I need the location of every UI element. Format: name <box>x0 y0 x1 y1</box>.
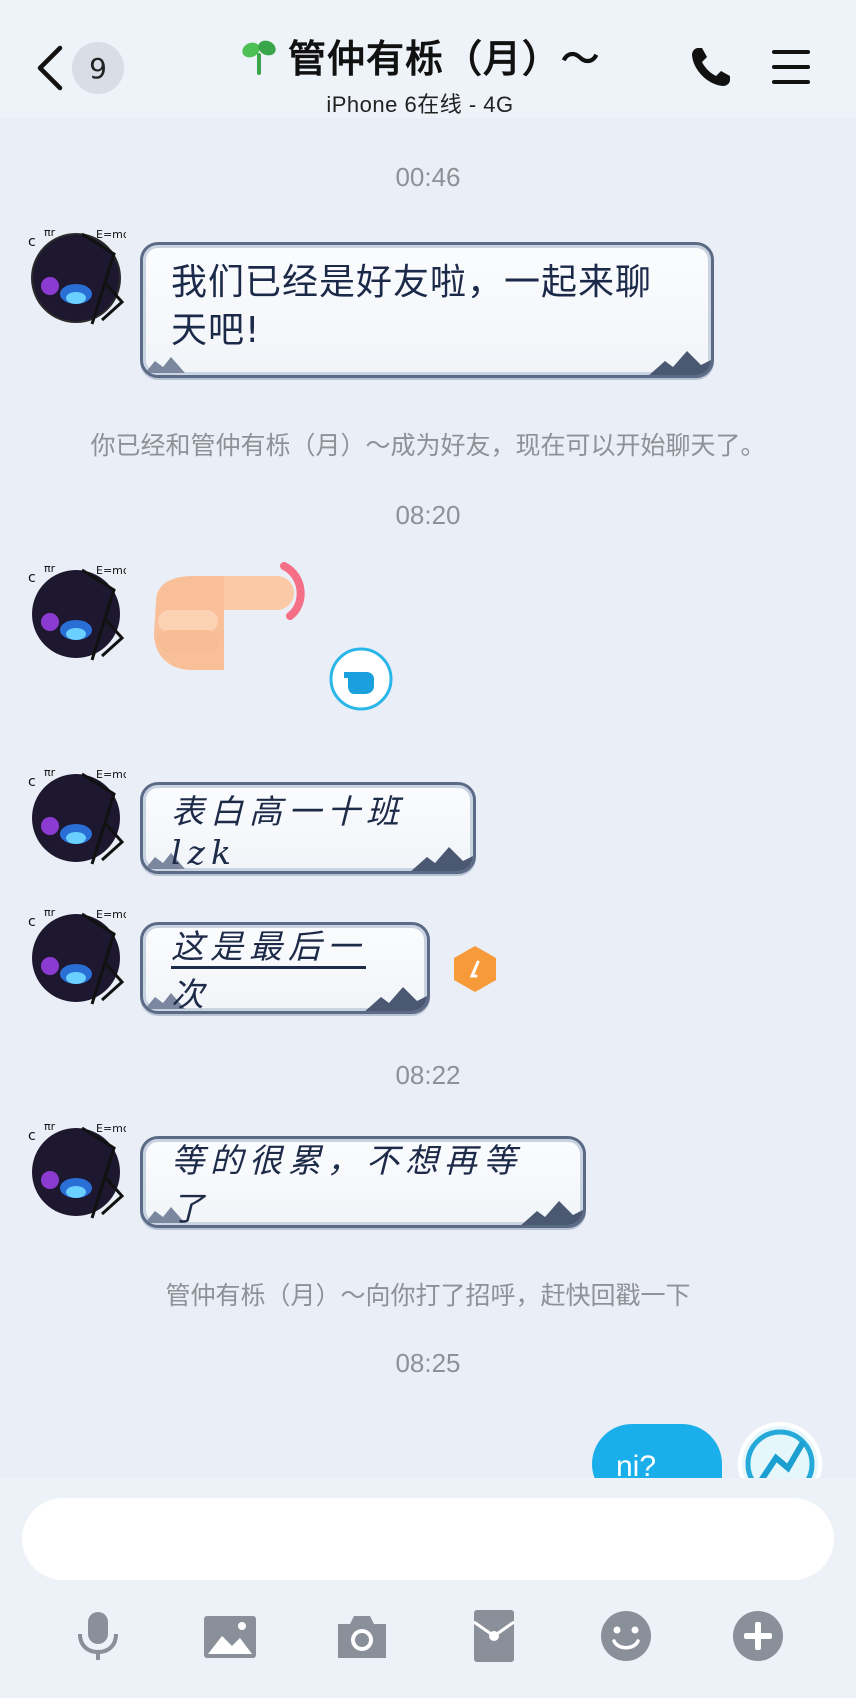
pointing-hand-sticker-icon[interactable] <box>144 562 314 672</box>
message-input[interactable] <box>22 1498 834 1580</box>
svg-text:c: c <box>28 914 36 930</box>
contact-avatar[interactable]: c πr E=mc² <box>22 764 126 868</box>
timestamp: 00:46 <box>395 162 461 192</box>
message-bubble[interactable]: 表白高一十班lzk <box>140 782 476 874</box>
chevron-left-icon <box>37 45 63 91</box>
unread-count-badge: 9 <box>72 42 124 94</box>
red-packet-icon[interactable] <box>466 1608 522 1664</box>
svg-text:c: c <box>28 1128 36 1144</box>
phone-icon[interactable] <box>688 44 734 90</box>
svg-text:c: c <box>28 570 36 586</box>
svg-text:E=mc²: E=mc² <box>96 908 126 921</box>
svg-text:πr: πr <box>44 1120 56 1133</box>
emoji-icon[interactable] <box>598 1608 654 1664</box>
svg-text:E=mc²: E=mc² <box>96 1122 126 1135</box>
contact-avatar[interactable]: c πr E=mc² <box>22 904 126 1008</box>
svg-text:πr: πr <box>44 226 56 239</box>
message-text: 等的很累，不想再等了 <box>171 1141 522 1228</box>
back-button[interactable]: 9 <box>30 38 130 98</box>
poke-badge-icon[interactable] <box>328 646 394 712</box>
svg-text:πr: πr <box>44 562 56 575</box>
sprout-icon <box>242 40 276 75</box>
system-notice: 管仲有栎（月）～向你打了招呼，赶快回戳一下 <box>165 1281 691 1310</box>
message-bubble[interactable]: 等的很累，不想再等了 <box>140 1136 586 1228</box>
svg-text:c: c <box>28 234 36 250</box>
contact-avatar[interactable]: c πr E=mc² <box>22 560 126 664</box>
camera-icon[interactable] <box>334 1608 390 1664</box>
svg-text:πr: πr <box>44 906 56 919</box>
svg-text:c: c <box>28 774 36 790</box>
svg-text:E=mc²: E=mc² <box>96 228 126 241</box>
contact-avatar[interactable]: c πr E=mc² <box>22 224 126 328</box>
plus-icon[interactable] <box>730 1608 786 1664</box>
svg-text:πr: πr <box>44 766 56 779</box>
timestamp: 08:25 <box>395 1348 461 1378</box>
chat-header: 9 管仲有栎（月）～ iPhone 6在线 - 4G <box>0 0 856 118</box>
message-bubble[interactable]: 这是最后一次 <box>140 922 430 1014</box>
timestamp: 08:22 <box>395 1060 461 1090</box>
chat-title-area[interactable]: 管仲有栎（月）～ iPhone 6在线 - 4G <box>200 28 640 119</box>
hexagon-badge-icon[interactable] <box>452 944 498 994</box>
message-bubble[interactable]: 我们已经是好友啦，一起来聊天吧! <box>140 242 714 378</box>
microphone-icon[interactable] <box>70 1608 126 1664</box>
message-text: 表白高一十班lzk <box>171 791 405 872</box>
menu-icon[interactable] <box>768 44 814 90</box>
message-text: 这是最后一次 <box>171 927 366 1014</box>
input-area <box>0 1478 856 1698</box>
online-status: iPhone 6在线 - 4G <box>326 92 514 117</box>
message-text: 我们已经是好友啦，一起来聊天吧! <box>171 262 653 351</box>
contact-name: 管仲有栎（月）～ <box>287 37 600 81</box>
timestamp: 08:20 <box>395 500 461 530</box>
contact-avatar[interactable]: c πr E=mc² <box>22 1118 126 1222</box>
svg-text:E=mc²: E=mc² <box>96 768 126 781</box>
image-icon[interactable] <box>202 1608 258 1664</box>
svg-text:E=mc²: E=mc² <box>96 564 126 577</box>
system-notice: 你已经和管仲有栎（月）～成为好友，现在可以开始聊天了。 <box>90 431 766 460</box>
